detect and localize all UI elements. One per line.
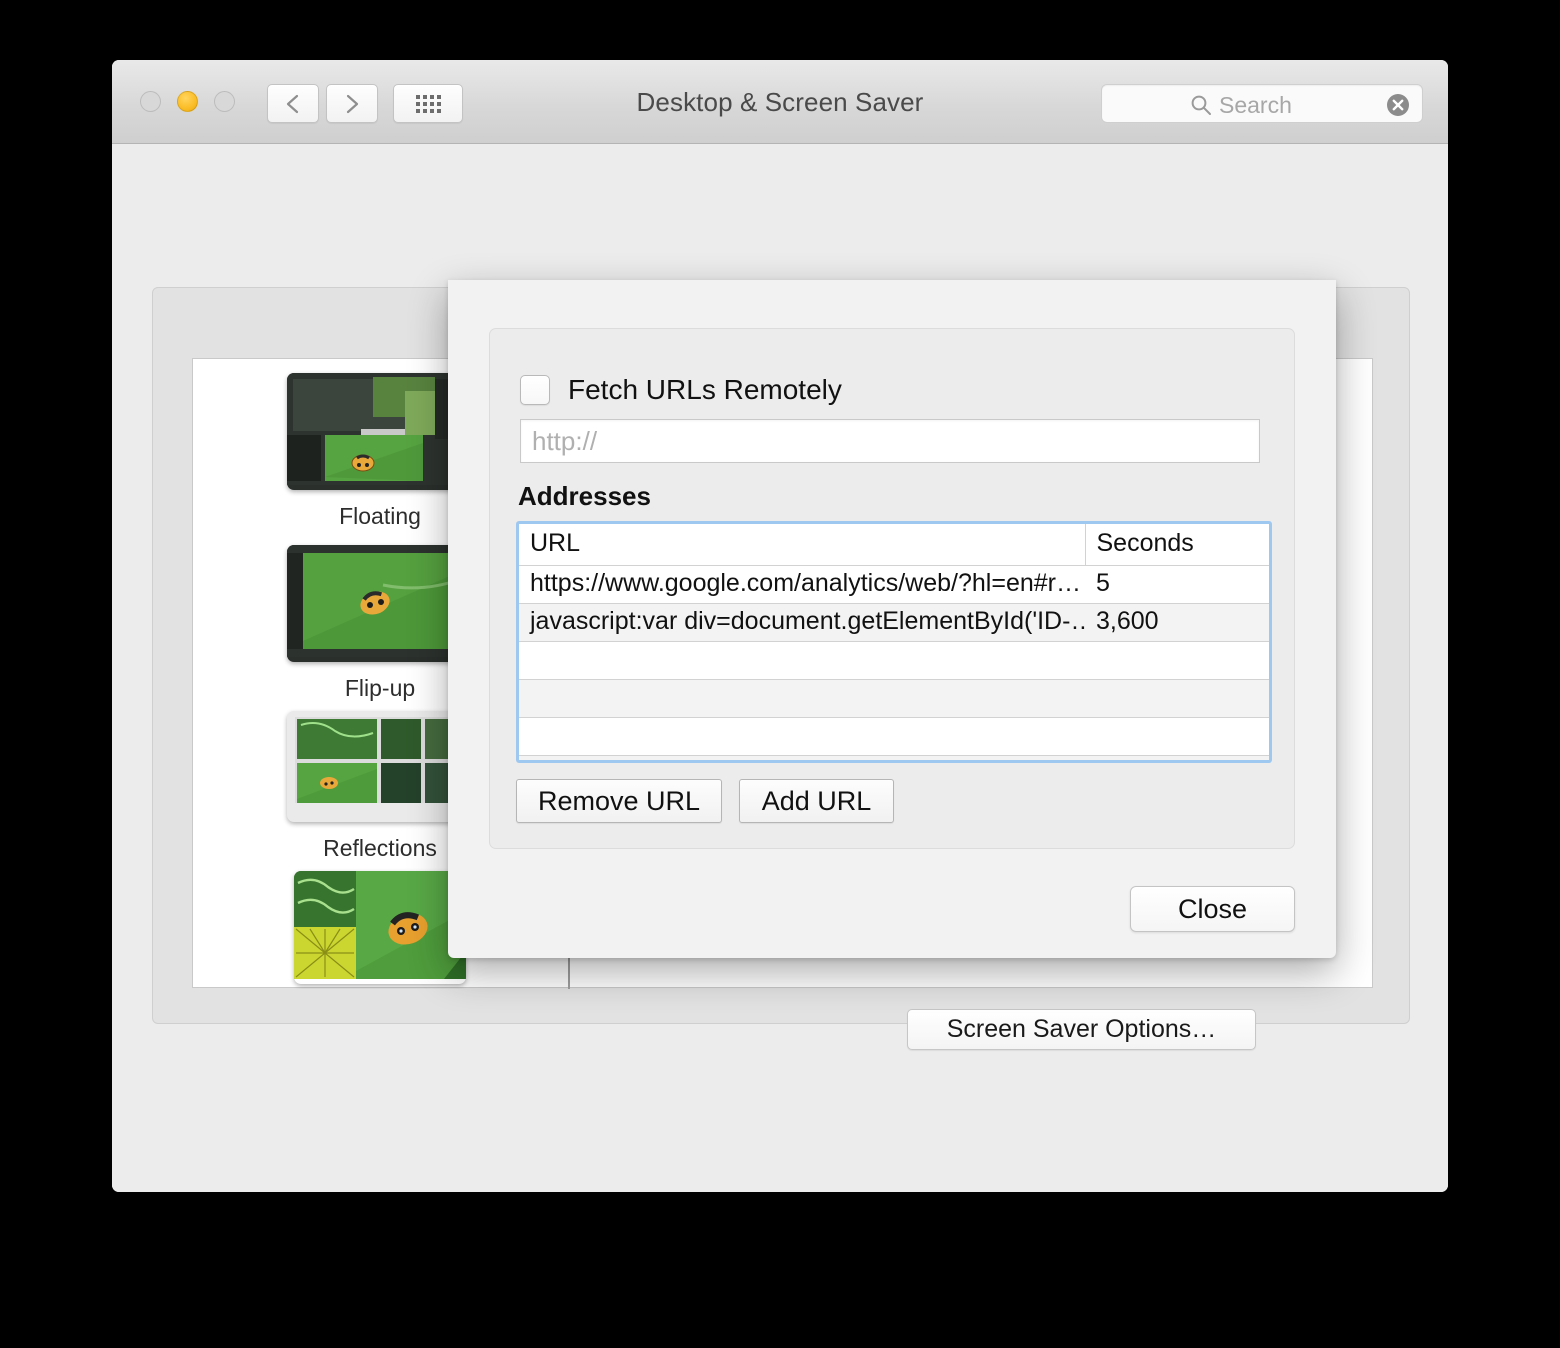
table-row[interactable] bbox=[519, 755, 1269, 760]
url-input-placeholder: http:// bbox=[532, 425, 598, 456]
window-body: Floating Flip-up Reflections Screen Save… bbox=[112, 144, 1448, 1192]
cell-seconds bbox=[1085, 679, 1269, 718]
window-titlebar: Desktop & Screen Saver Search bbox=[112, 60, 1448, 144]
remove-url-button[interactable]: Remove URL bbox=[516, 779, 722, 823]
table-row[interactable] bbox=[519, 717, 1269, 756]
sheet-inner-panel: Fetch URLs Remotely http:// Addresses UR… bbox=[489, 328, 1295, 849]
table-row[interactable] bbox=[519, 679, 1269, 718]
cell-url bbox=[519, 755, 1085, 760]
cell-seconds bbox=[1085, 717, 1269, 756]
system-preferences-window: Desktop & Screen Saver Search Floating F… bbox=[112, 60, 1448, 1192]
cell-url: https://www.google.com/analytics/web/?hl… bbox=[519, 565, 1085, 604]
screensaver-thumbnail bbox=[287, 711, 473, 822]
addresses-heading: Addresses bbox=[518, 481, 651, 511]
cell-seconds bbox=[1085, 641, 1269, 680]
table-row[interactable]: https://www.google.com/analytics/web/?hl… bbox=[519, 565, 1269, 604]
cell-seconds bbox=[1085, 755, 1269, 760]
cell-url bbox=[519, 717, 1085, 756]
screensaver-thumbnail bbox=[294, 871, 466, 984]
clear-search-icon[interactable] bbox=[1386, 93, 1410, 122]
column-header-seconds[interactable]: Seconds bbox=[1085, 524, 1269, 566]
cell-seconds: 5 bbox=[1085, 565, 1269, 604]
cell-url bbox=[519, 679, 1085, 718]
table-header-row: URL Seconds bbox=[519, 524, 1269, 566]
search-field[interactable]: Search bbox=[1101, 84, 1423, 123]
fetch-urls-remotely-label: Fetch URLs Remotely bbox=[568, 374, 842, 405]
cell-url bbox=[519, 641, 1085, 680]
screensaver-thumbnail bbox=[287, 545, 473, 662]
checkbox-box bbox=[520, 375, 550, 405]
fetch-urls-sheet: Fetch URLs Remotely http:// Addresses UR… bbox=[448, 280, 1336, 958]
add-url-button[interactable]: Add URL bbox=[739, 779, 894, 823]
screen-saver-options-button[interactable]: Screen Saver Options… bbox=[907, 1009, 1256, 1050]
search-placeholder: Search bbox=[1219, 92, 1292, 118]
table-row[interactable]: javascript:var div=document.getElementBy… bbox=[519, 603, 1269, 642]
cell-url: javascript:var div=document.getElementBy… bbox=[519, 603, 1085, 642]
screensaver-thumbnail bbox=[287, 373, 473, 490]
search-icon bbox=[1190, 94, 1212, 121]
fetch-urls-remotely-checkbox[interactable]: Fetch URLs Remotely bbox=[520, 374, 842, 406]
close-button[interactable]: Close bbox=[1130, 886, 1295, 932]
cell-seconds: 3,600 bbox=[1085, 603, 1269, 642]
column-header-url[interactable]: URL bbox=[519, 524, 1086, 566]
table-row[interactable] bbox=[519, 641, 1269, 680]
addresses-table[interactable]: URL Seconds https://www.google.com/analy… bbox=[516, 521, 1272, 763]
url-input[interactable]: http:// bbox=[520, 419, 1260, 463]
